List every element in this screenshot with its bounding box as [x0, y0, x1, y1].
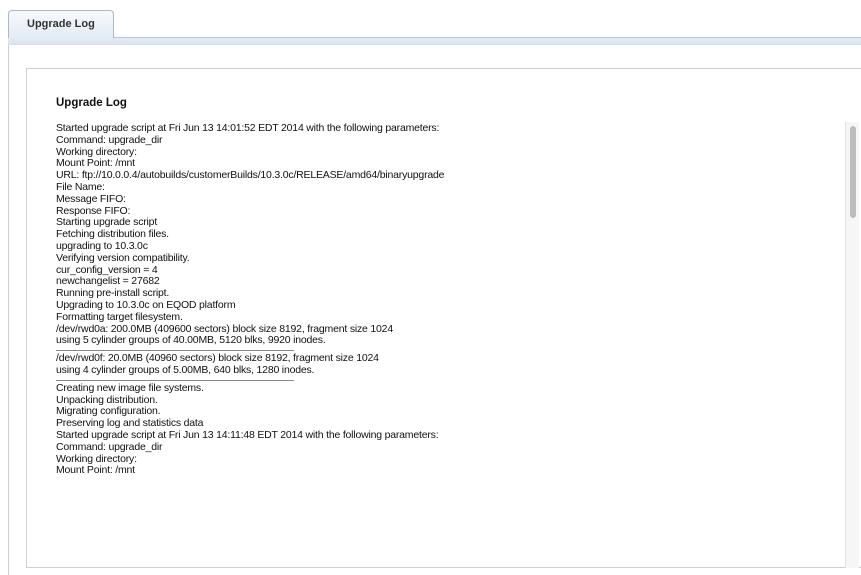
log-line: Formatting target filesystem.: [56, 310, 183, 323]
log-separator: [56, 350, 294, 352]
log-title: Upgrade Log: [56, 97, 127, 109]
log-line: Unpacking distribution.: [56, 393, 158, 406]
log-line: Upgrading to 10.3.0c on EQOD platform: [56, 298, 236, 311]
log-line: URL: ftp://10.0.0.4/autobuilds/customerB…: [56, 169, 445, 182]
tab-strip: Upgrade Log: [0, 0, 861, 46]
log-line: Verifying version compatibility.: [56, 251, 190, 264]
log-line: Started upgrade script at Fri Jun 13 14:…: [56, 428, 439, 441]
log-scrollbar-thumb[interactable]: [850, 126, 856, 218]
log-line: Creating new image file systems.: [56, 381, 204, 394]
log-line: Fetching distribution files.: [56, 228, 169, 241]
log-line: Working directory:: [56, 145, 137, 158]
log-line: Response FIFO:: [56, 204, 131, 217]
log-line: Command: upgrade_dir: [56, 133, 163, 146]
log-line: Message FIFO:: [56, 192, 126, 205]
log-line: Command: upgrade_dir: [56, 440, 163, 453]
log-line: upgrading to 10.3.0c: [56, 239, 148, 252]
log-line: newchangelist = 27682: [56, 275, 160, 288]
tab-upgrade-log[interactable]: Upgrade Log: [8, 10, 114, 38]
log-line: Mount Point: /mnt: [56, 464, 135, 477]
log-separator: [56, 379, 294, 381]
log-line: cur_config_version = 4: [56, 263, 158, 276]
log-line: Working directory:: [56, 452, 137, 465]
tab-upgrade-log-label: Upgrade Log: [27, 18, 95, 30]
log-line: Started upgrade script at Fri Jun 13 14:…: [56, 123, 440, 134]
log-line: File Name:: [56, 180, 105, 193]
log-scrollbar[interactable]: [845, 122, 859, 568]
log-text-area[interactable]: Started upgrade script at Fri Jun 13 14:…: [56, 123, 836, 563]
log-line: Starting upgrade script: [56, 216, 158, 229]
log-line: using 4 cylinder groups of 5.00MB, 640 b…: [56, 363, 315, 376]
log-line: using 5 cylinder groups of 40.00MB, 5120…: [56, 334, 326, 347]
